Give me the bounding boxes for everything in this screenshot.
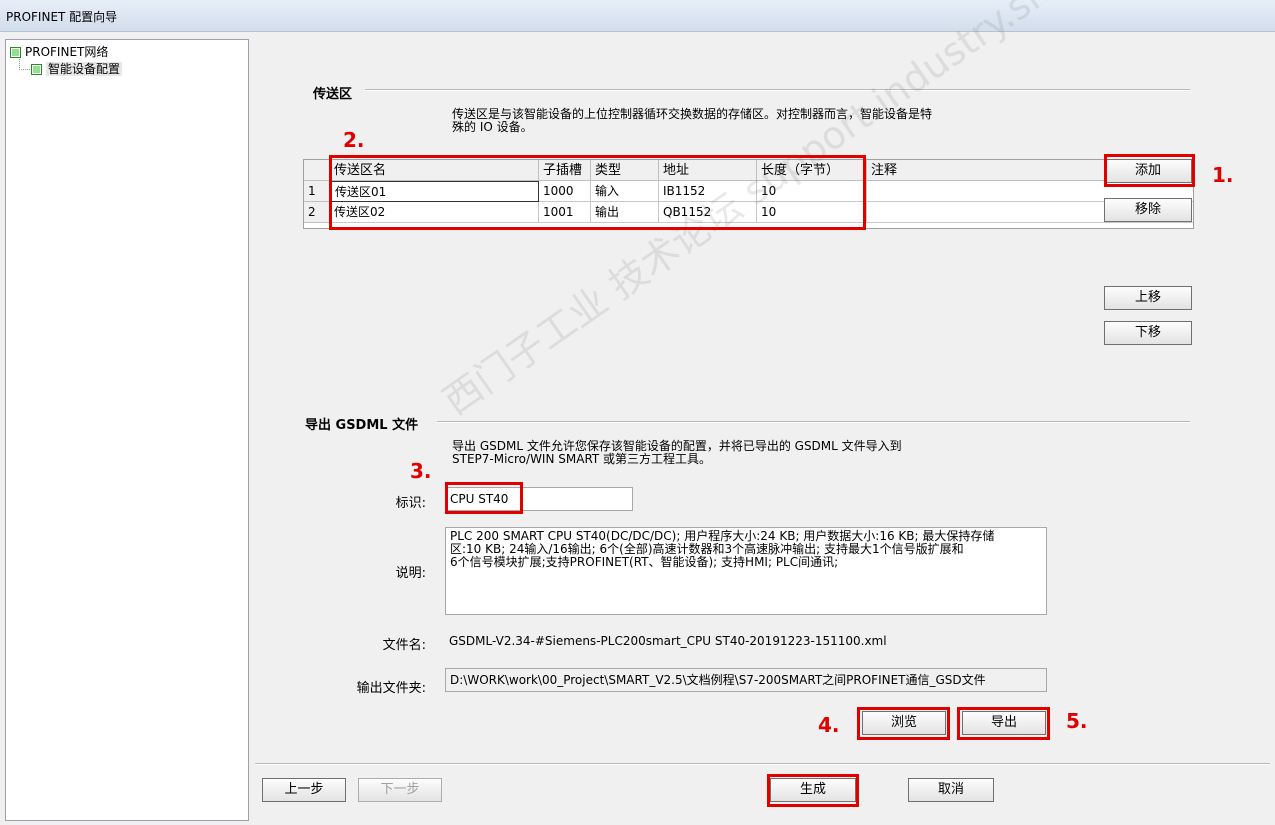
- table-corner: [304, 160, 330, 181]
- filename-value: GSDML-V2.34-#Siemens-PLC200smart_CPU ST4…: [449, 634, 887, 648]
- footer-divider: [255, 763, 1270, 765]
- transfer-description-line2: 殊的 IO 设备。: [452, 120, 533, 134]
- remove-button[interactable]: 移除: [1104, 198, 1192, 222]
- tree-item-intelligent-device[interactable]: 智能设备配置: [31, 61, 123, 77]
- output-folder-label: 输出文件夹:: [356, 681, 426, 696]
- highlight-box-id: [445, 482, 523, 514]
- highlight-box-table: [329, 155, 866, 230]
- section-divider: [365, 89, 1190, 91]
- step-number: 1.: [1212, 163, 1234, 187]
- node-icon: [10, 47, 21, 58]
- window-title: PROFINET 配置向导: [6, 10, 118, 24]
- highlight-box-generate: [767, 774, 859, 807]
- move-up-button[interactable]: 上移: [1104, 286, 1192, 310]
- prev-button[interactable]: 上一步: [262, 778, 346, 802]
- description-line: 6个信号模块扩展;支持PROFINET(RT、智能设备); 支持HMI; PLC…: [450, 555, 839, 569]
- step-number: 4.: [818, 713, 840, 737]
- filename-label: 文件名:: [382, 638, 426, 653]
- step-number: 5.: [1066, 709, 1088, 733]
- highlight-box-add: [1104, 154, 1195, 187]
- gsdml-section-title: 导出 GSDML 文件: [305, 418, 419, 433]
- node-icon: [31, 64, 42, 75]
- gsdml-description-line2: STEP7-Micro/WIN SMART 或第三方工程工具。: [452, 452, 712, 466]
- move-down-button[interactable]: 下移: [1104, 321, 1192, 345]
- tree-connector: [19, 59, 30, 70]
- tree-item-profinet-network[interactable]: PROFINET网络: [10, 44, 108, 60]
- transfer-section-title: 传送区: [313, 87, 353, 102]
- description-textarea[interactable]: PLC 200 SMART CPU ST40(DC/DC/DC); 用户程序大小…: [445, 527, 1047, 615]
- step-number: 3.: [410, 459, 432, 483]
- step-number: 2.: [343, 128, 365, 152]
- next-button[interactable]: 下一步: [358, 778, 442, 802]
- cancel-button[interactable]: 取消: [908, 778, 994, 802]
- highlight-box-browse: [857, 707, 950, 740]
- id-label: 标识:: [395, 496, 426, 511]
- section-divider: [437, 421, 1190, 423]
- row-number[interactable]: 1: [304, 181, 330, 202]
- navigation-tree[interactable]: PROFINET网络 智能设备配置: [5, 39, 249, 821]
- description-label: 说明:: [395, 566, 426, 581]
- row-number[interactable]: 2: [304, 202, 330, 223]
- highlight-box-export: [957, 707, 1050, 740]
- title-bar: PROFINET 配置向导: [0, 0, 1275, 32]
- output-folder-field[interactable]: D:\WORK\work\00_Project\SMART_V2.5\文档例程\…: [445, 668, 1047, 692]
